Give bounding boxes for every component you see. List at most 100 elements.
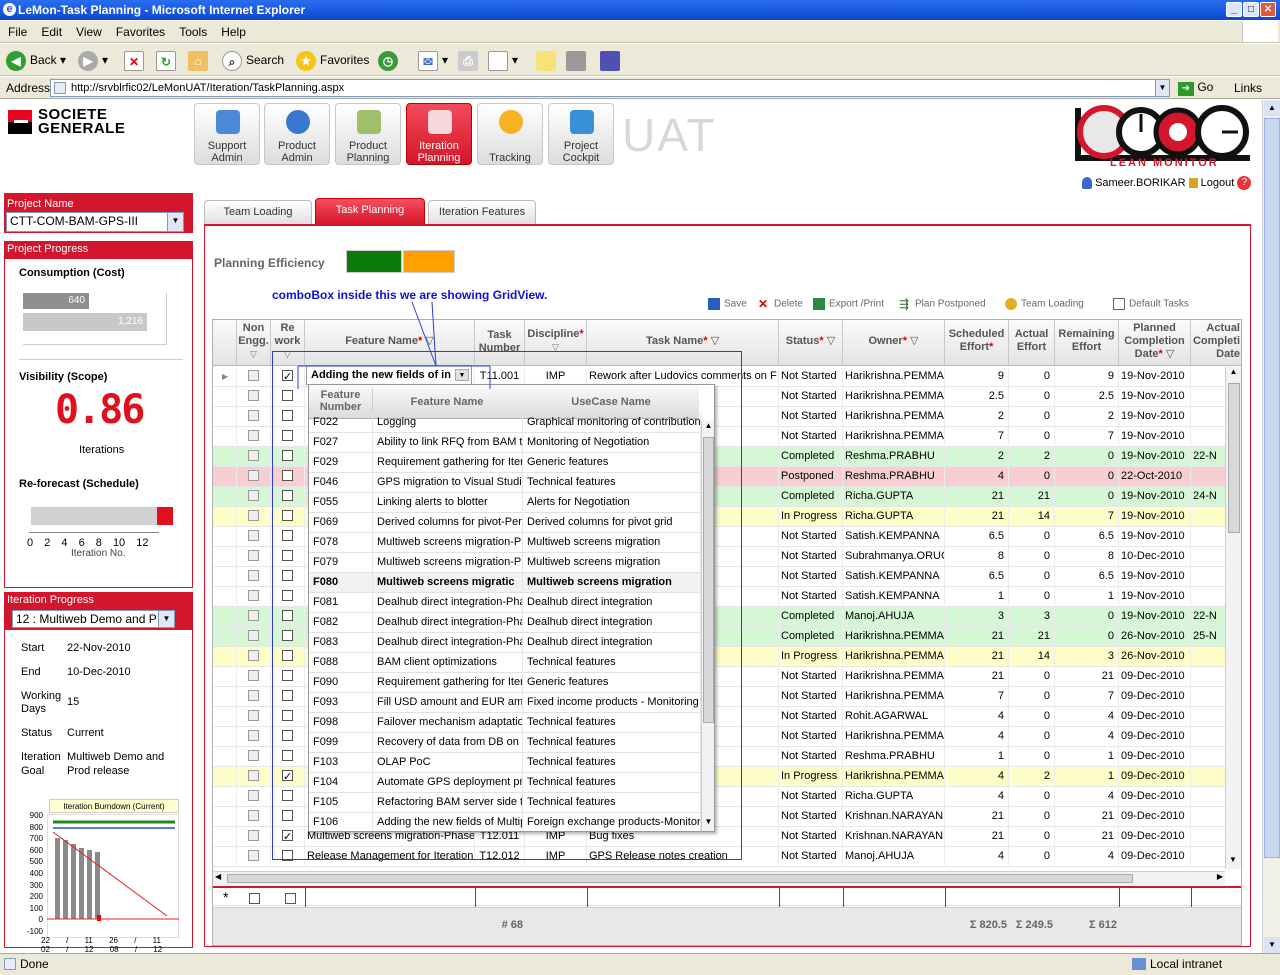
minimize-button[interactable]: _ — [1226, 2, 1242, 17]
grid-horizontal-scrollbar[interactable]: ◀ ▶ — [213, 871, 1225, 885]
save-button[interactable]: Save — [708, 298, 747, 310]
non-engg-checkbox[interactable] — [237, 387, 271, 407]
header-actual-completion[interactable]: Actual Completi Date — [1191, 320, 1241, 366]
non-engg-checkbox[interactable] — [237, 747, 271, 767]
forward-button[interactable]: ▶ ▾ — [78, 48, 108, 72]
refresh-button[interactable]: ↻ — [156, 48, 180, 72]
header-scheduled-effort[interactable]: Scheduled Effort* — [945, 320, 1009, 366]
history-button[interactable]: ◷ — [378, 48, 402, 72]
help-icon[interactable]: ? — [1237, 176, 1252, 190]
filter-icon[interactable]: ▽ — [827, 335, 835, 347]
header-owner[interactable]: Owner* ▽ — [843, 320, 945, 366]
menu-tools[interactable]: Tools — [171, 21, 213, 39]
edit-button[interactable]: ▾ — [488, 48, 518, 72]
maximize-button[interactable]: □ — [1243, 2, 1259, 17]
links-button[interactable]: Links — [1234, 81, 1262, 95]
non-engg-checkbox[interactable] — [237, 527, 271, 547]
tab-team-loading[interactable]: Team Loading — [204, 200, 312, 224]
nav-iteration-planning[interactable]: Iteration Planning — [406, 103, 472, 165]
tab-task-planning[interactable]: Task Planning — [315, 198, 425, 224]
non-engg-checkbox[interactable] — [237, 827, 271, 847]
menu-favorites[interactable]: Favorites — [108, 21, 171, 39]
grid-scroll-thumb[interactable] — [1228, 383, 1240, 533]
cell-scheduled-effort: 21 — [945, 647, 1009, 667]
non-engg-checkbox[interactable] — [237, 667, 271, 687]
non-engg-checkbox[interactable] — [237, 467, 271, 487]
export-print-button[interactable]: Export /Print — [813, 298, 884, 310]
go-button[interactable]: ➜ Go — [1178, 80, 1213, 96]
iteration-select[interactable]: 12 : Multiweb Demo and P ▼ — [12, 610, 175, 628]
non-engg-checkbox[interactable] — [237, 427, 271, 447]
menu-edit[interactable]: Edit — [33, 21, 68, 39]
filter-icon[interactable]: ▽ — [1166, 348, 1174, 360]
page-scrollbar[interactable]: ▲ ▼ — [1262, 100, 1280, 953]
non-engg-checkbox[interactable] — [237, 707, 271, 727]
search-button[interactable]: ⌕ Search — [222, 48, 284, 72]
menu-view[interactable]: View — [68, 21, 108, 39]
back-button[interactable]: ◀ Back ▾ — [6, 48, 66, 72]
tab-iteration-features[interactable]: Iteration Features — [428, 200, 536, 224]
non-engg-checkbox[interactable] — [237, 447, 271, 467]
header-actual-effort[interactable]: Actual Effort — [1009, 320, 1055, 366]
address-input[interactable]: http://srvblrfic02/LeMonUAT/Iteration/Ta… — [50, 79, 1170, 97]
logout-link[interactable]: Logout — [1201, 177, 1235, 189]
messenger-button[interactable] — [600, 48, 624, 72]
non-engg-checkbox[interactable] — [237, 607, 271, 627]
grid-vertical-scrollbar[interactable]: ▲ ▼ — [1225, 367, 1241, 869]
non-engg-checkbox[interactable] — [237, 767, 271, 787]
discuss-button[interactable] — [536, 48, 560, 72]
non-engg-checkbox[interactable] — [237, 567, 271, 587]
scroll-up-button[interactable]: ▲ — [1264, 100, 1280, 116]
header-planned-completion[interactable]: Planned Completion Date* ▽ — [1119, 320, 1191, 366]
filter-icon[interactable]: ▽ — [910, 335, 918, 347]
filter-icon[interactable]: ▽ — [237, 348, 270, 361]
non-engg-checkbox[interactable] — [237, 587, 271, 607]
non-engg-checkbox[interactable] — [237, 487, 271, 507]
non-engg-checkbox[interactable] — [237, 687, 271, 707]
address-dropdown-button[interactable]: ▼ — [1155, 80, 1169, 96]
nav-product-planning[interactable]: Product Planning — [335, 103, 401, 165]
plan-postponed-button[interactable]: ⇶ Plan Postponed — [899, 298, 986, 310]
print-button[interactable]: ⎙ — [458, 48, 482, 72]
header-remaining-effort[interactable]: Remaining Effort — [1055, 320, 1119, 366]
grid-scroll-left[interactable]: ◀ — [215, 872, 221, 881]
non-engg-checkbox[interactable] — [237, 807, 271, 827]
mail-button[interactable]: ✉ ▾ — [418, 48, 448, 72]
favorites-button[interactable]: ★ Favorites — [296, 48, 369, 72]
non-engg-checkbox[interactable] — [237, 787, 271, 807]
home-button[interactable]: ⌂ — [188, 48, 212, 72]
non-engg-checkbox[interactable] — [237, 547, 271, 567]
project-name-select[interactable]: CTT-COM-BAM-GPS-III ▼ — [6, 212, 184, 232]
grid-hscroll-thumb[interactable] — [227, 874, 1133, 883]
grid-scroll-down[interactable]: ▼ — [1226, 855, 1240, 869]
close-button[interactable]: ✕ — [1260, 2, 1276, 17]
header-status[interactable]: Status* ▽ — [779, 320, 843, 366]
grid-scroll-right[interactable]: ▶ — [1217, 872, 1223, 881]
header-non-engg[interactable]: Non Engg. ▽ — [237, 320, 271, 366]
nav-tracking[interactable]: Tracking — [477, 103, 543, 165]
non-engg-checkbox[interactable] — [237, 367, 271, 387]
scroll-down-button[interactable]: ▼ — [1264, 937, 1280, 953]
nav-support-admin[interactable]: Support Admin — [194, 103, 260, 165]
menu-file[interactable]: File — [0, 21, 33, 39]
filter-icon[interactable]: ▽ — [425, 335, 433, 347]
stop-button[interactable]: ✕ — [124, 48, 148, 72]
scroll-thumb[interactable] — [1264, 118, 1280, 858]
team-loading-button[interactable]: Team Loading — [1005, 298, 1084, 310]
delete-button[interactable]: ✕ Delete — [758, 298, 803, 310]
non-engg-checkbox[interactable] — [237, 847, 271, 867]
filter-icon[interactable]: ▽ — [711, 335, 719, 347]
menu-help[interactable]: Help — [213, 21, 252, 39]
non-engg-checkbox[interactable] — [237, 627, 271, 647]
nav-project-cockpit[interactable]: Project Cockpit — [548, 103, 614, 165]
new-row-non-engg-checkbox[interactable] — [249, 892, 260, 905]
research-button[interactable] — [566, 48, 590, 72]
non-engg-checkbox[interactable] — [237, 647, 271, 667]
grid-scroll-up[interactable]: ▲ — [1226, 367, 1241, 381]
default-tasks-button[interactable]: Default Tasks — [1113, 298, 1189, 310]
non-engg-checkbox[interactable] — [237, 727, 271, 747]
non-engg-checkbox[interactable] — [237, 407, 271, 427]
non-engg-checkbox[interactable] — [237, 507, 271, 527]
nav-product-admin[interactable]: Product Admin — [264, 103, 330, 165]
new-row-rework-checkbox[interactable] — [285, 892, 296, 905]
